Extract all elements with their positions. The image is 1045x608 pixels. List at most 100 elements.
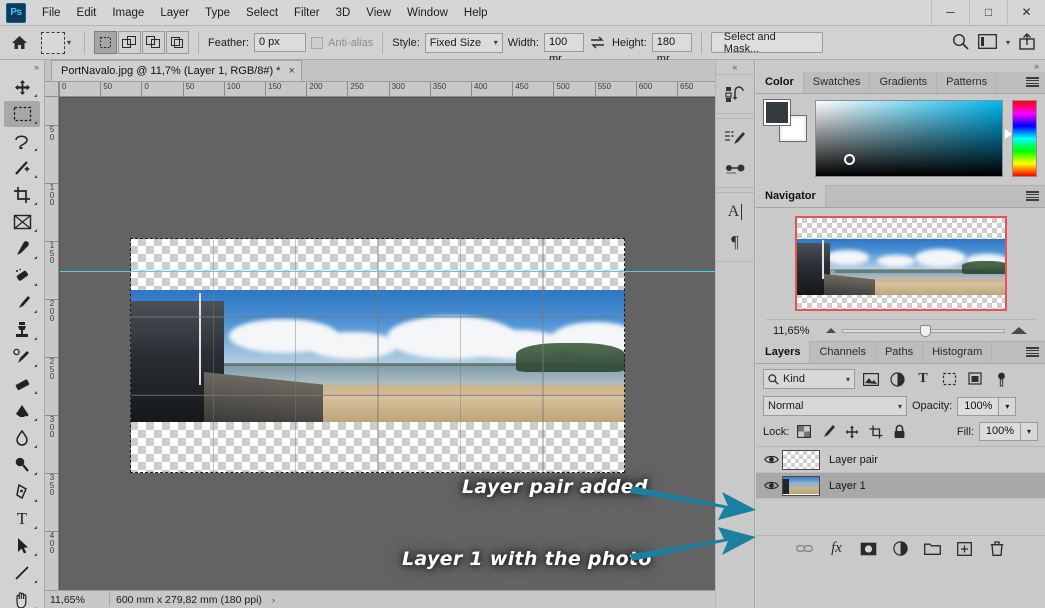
lock-transparent-pixels-icon[interactable]	[794, 422, 813, 441]
maximize-icon[interactable]: □	[969, 0, 1007, 25]
new-adjustment-layer-icon[interactable]	[891, 539, 910, 558]
fill-stepper[interactable]: 100% ▾	[979, 422, 1038, 441]
hue-slider[interactable]	[1005, 100, 1037, 177]
foreground-color-swatch[interactable]	[763, 99, 791, 126]
tab-swatches[interactable]: Swatches	[804, 71, 871, 93]
move-tool[interactable]	[4, 74, 40, 100]
new-group-icon[interactable]	[923, 539, 942, 558]
lock-all-icon[interactable]	[890, 422, 909, 441]
spot-healing-brush-tool[interactable]	[4, 263, 40, 289]
navigator-zoom-value[interactable]: 11,65%	[766, 325, 826, 337]
subtract-from-selection-button[interactable]	[142, 31, 166, 54]
link-layers-icon[interactable]	[795, 539, 814, 558]
brush-settings-icon[interactable]	[719, 123, 751, 153]
menu-help[interactable]: Help	[456, 4, 496, 22]
chevron-down-icon[interactable]: ▾	[999, 396, 1017, 416]
new-selection-button[interactable]	[94, 31, 118, 54]
fill-value[interactable]: 100%	[979, 422, 1021, 441]
horizontal-guide[interactable]	[60, 271, 715, 272]
zoom-out-icon[interactable]	[826, 328, 836, 333]
eraser-tool[interactable]	[4, 371, 40, 397]
crop-tool[interactable]	[4, 182, 40, 208]
gradient-tool[interactable]	[4, 398, 40, 424]
menu-image[interactable]: Image	[104, 4, 152, 22]
select-and-mask-button[interactable]: Select and Mask...	[710, 31, 823, 55]
layer-name[interactable]: Layer 1	[829, 480, 866, 492]
opacity-value[interactable]: 100%	[957, 396, 1000, 416]
minimize-icon[interactable]: ─	[931, 0, 969, 25]
layer-name[interactable]: Layer pair	[829, 454, 878, 466]
tab-paths[interactable]: Paths	[876, 341, 924, 363]
layer-visibility-icon[interactable]	[760, 480, 782, 491]
hand-tool[interactable]	[4, 587, 40, 608]
menu-window[interactable]: Window	[399, 4, 456, 22]
eyedropper-tool[interactable]	[4, 236, 40, 262]
feather-input[interactable]: 0 px	[253, 33, 306, 52]
filter-shape-icon[interactable]	[939, 369, 959, 389]
status-zoom-level[interactable]: 11,65%	[45, 594, 103, 606]
anti-alias-checkbox[interactable]	[310, 36, 323, 49]
document-tab[interactable]: PortNavalo.jpg @ 11,7% (Layer 1, RGB/8#)…	[51, 60, 302, 81]
navigator-thumbnail[interactable]	[794, 216, 1007, 311]
character-panel-icon[interactable]: A	[719, 197, 751, 227]
magic-wand-tool[interactable]	[4, 155, 40, 181]
horizontal-ruler[interactable]: 0 50 0 50 100 150 200 250 300 350 400 450 500 550 600 6…	[59, 82, 715, 97]
table-row[interactable]: Layer pair	[756, 447, 1045, 473]
share-icon[interactable]	[1019, 32, 1035, 53]
clone-stamp-tool[interactable]	[4, 317, 40, 343]
brush-tool[interactable]	[4, 290, 40, 316]
add-layer-style-icon[interactable]: fx	[827, 539, 846, 558]
opacity-stepper[interactable]: 100% ▾	[957, 396, 1017, 416]
slider-knob[interactable]	[920, 324, 932, 337]
path-selection-tool[interactable]	[4, 533, 40, 559]
home-icon[interactable]	[6, 31, 32, 55]
chevron-down-icon[interactable]: ▾	[1021, 422, 1038, 441]
close-document-icon[interactable]: ×	[288, 65, 294, 77]
history-panel-icon[interactable]	[719, 79, 751, 109]
tab-patterns[interactable]: Patterns	[937, 71, 998, 93]
tab-histogram[interactable]: Histogram	[923, 341, 993, 363]
layer-visibility-icon[interactable]	[760, 454, 782, 465]
tab-navigator[interactable]: Navigator	[756, 185, 826, 207]
filter-pixel-icon[interactable]	[861, 369, 881, 389]
lock-artboard-icon[interactable]	[866, 422, 885, 441]
horizontal-type-tool[interactable]: T	[4, 506, 40, 532]
menu-filter[interactable]: Filter	[286, 4, 328, 22]
lock-image-pixels-icon[interactable]	[818, 422, 837, 441]
add-layer-mask-icon[interactable]	[859, 539, 878, 558]
tab-color[interactable]: Color	[756, 71, 804, 93]
vertical-ruler[interactable]: 50 100 150 200 250 300 350 400	[45, 97, 59, 590]
brushes-panel-icon[interactable]	[719, 153, 751, 183]
width-input[interactable]: 100 mr	[543, 33, 584, 65]
blend-mode-select[interactable]: Normal ▾	[763, 396, 907, 416]
color-field[interactable]	[815, 100, 1003, 177]
menu-view[interactable]: View	[358, 4, 399, 22]
intersect-with-selection-button[interactable]	[166, 31, 190, 54]
tool-preset-picker[interactable]: ▾	[37, 31, 75, 54]
menu-3d[interactable]: 3D	[328, 4, 359, 22]
paragraph-panel-icon[interactable]: ¶	[719, 227, 751, 257]
lasso-tool[interactable]	[4, 128, 40, 154]
menu-layer[interactable]: Layer	[152, 4, 197, 22]
swap-width-height-icon[interactable]	[589, 36, 607, 49]
workspace-icon[interactable]	[978, 33, 997, 52]
panel-menu-icon[interactable]	[1026, 77, 1039, 87]
artboard[interactable]	[60, 238, 715, 473]
chevron-down-icon[interactable]: ▾	[1006, 38, 1010, 47]
navigator-zoom-slider[interactable]	[842, 320, 1005, 342]
filter-type-icon[interactable]: T	[913, 369, 933, 389]
history-brush-tool[interactable]	[4, 344, 40, 370]
layer-thumbnail[interactable]	[782, 449, 820, 470]
chevron-down-icon[interactable]: ▾	[67, 38, 71, 47]
menu-select[interactable]: Select	[238, 4, 286, 22]
filter-adjustment-icon[interactable]	[887, 369, 907, 389]
dodge-tool[interactable]	[4, 452, 40, 478]
menu-file[interactable]: File	[34, 4, 69, 22]
style-select[interactable]: Fixed Size ▾	[424, 32, 503, 53]
close-icon[interactable]: ✕	[1007, 0, 1045, 25]
tab-gradients[interactable]: Gradients	[870, 71, 938, 93]
line-tool[interactable]	[4, 560, 40, 586]
blur-tool[interactable]	[4, 425, 40, 451]
lock-position-icon[interactable]	[842, 422, 861, 441]
menu-type[interactable]: Type	[197, 4, 238, 22]
